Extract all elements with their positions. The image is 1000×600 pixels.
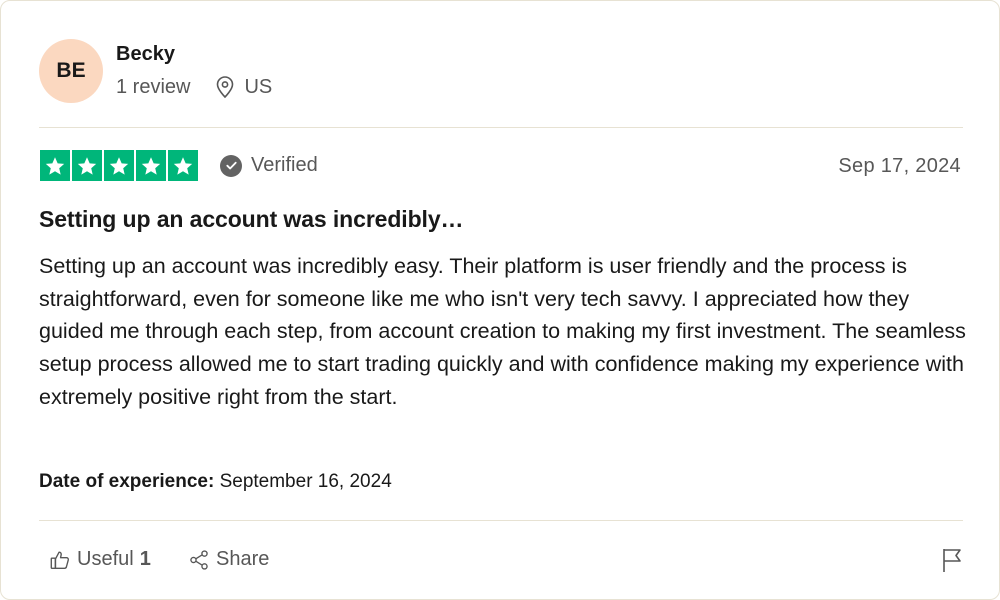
useful-label: Useful: [77, 548, 134, 570]
flag-icon[interactable]: [941, 547, 963, 578]
star-icon: [136, 150, 166, 181]
share-button[interactable]: Share: [188, 548, 269, 571]
share-icon: [188, 549, 210, 571]
verified-check-icon: [220, 154, 242, 177]
useful-button[interactable]: Useful 1: [49, 548, 151, 571]
avatar-initials: BE: [56, 59, 86, 82]
useful-count: 1: [139, 548, 151, 570]
date-of-experience-label: Date of experience:: [39, 471, 215, 492]
star-icon: [104, 150, 134, 181]
reviewer-name[interactable]: Becky: [116, 43, 175, 66]
review-date: Sep 17, 2024: [838, 155, 961, 177]
share-label: Share: [216, 548, 270, 570]
header-divider: [39, 127, 963, 128]
review-body: Setting up an account was incredibly eas…: [39, 254, 966, 409]
footer-divider: [39, 520, 963, 521]
star-icon: [168, 150, 198, 181]
reviewer-meta: 1 review US: [116, 75, 272, 99]
avatar[interactable]: BE: [39, 39, 103, 103]
location-pin-icon: [214, 75, 236, 99]
review-title[interactable]: Setting up an account was incredibly…: [39, 206, 464, 233]
star-rating: [40, 150, 198, 181]
verified-label: Verified: [251, 154, 318, 176]
date-of-experience-value: September 16, 2024: [219, 471, 392, 492]
date-of-experience: Date of experience: September 16, 2024: [39, 471, 392, 493]
review-card: BE Becky 1 review US Verified Sep 17, 20…: [0, 0, 1000, 600]
thumbs-up-icon: [49, 549, 71, 571]
verified-badge[interactable]: Verified: [220, 154, 318, 177]
review-count: 1 review: [116, 75, 191, 98]
star-icon: [72, 150, 102, 181]
star-icon: [40, 150, 70, 181]
reviewer-country: US: [244, 75, 273, 98]
